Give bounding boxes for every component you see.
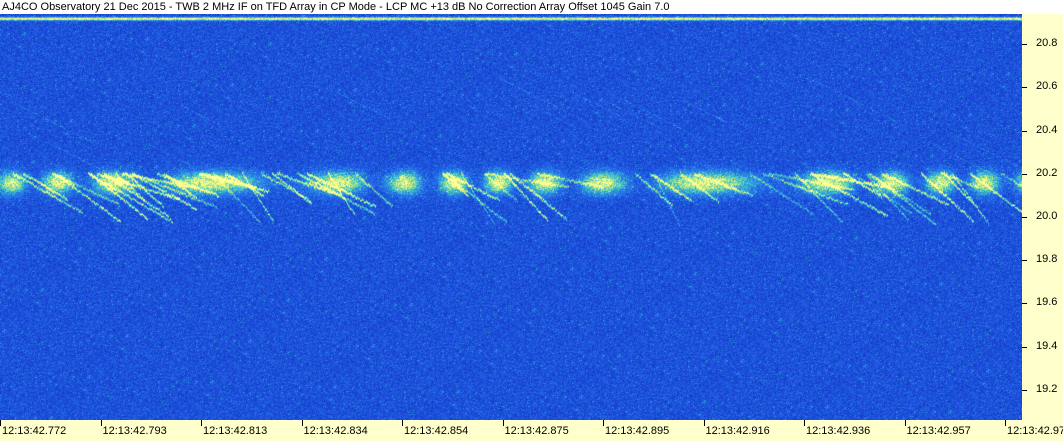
y-tick-mark <box>1022 260 1027 262</box>
y-tick-label: 19.6 <box>1036 296 1058 309</box>
x-tick-label: 12:13:42.895 <box>605 425 670 437</box>
x-tick-label: 12:13:42.793 <box>102 425 167 437</box>
x-tick-mark <box>1005 420 1006 426</box>
y-tick-mark <box>1022 173 1027 175</box>
y-tick-mark <box>1022 44 1027 46</box>
x-tick-label: 12:13:42.916 <box>705 425 770 437</box>
x-tick-label: 12:13:42.772 <box>2 425 67 437</box>
y-tick-label: 19.4 <box>1036 339 1058 352</box>
y-tick-label: 19.8 <box>1036 253 1058 266</box>
y-axis: 20.8 20.6 20.4 20.2 20.0 19.8 19.6 19.4 19.2 <box>1022 14 1063 420</box>
x-tick-mark <box>402 420 403 426</box>
x-axis: 12:13:42.772 12:13:42.793 12:13:42.813 12:1… <box>0 420 1063 441</box>
y-tick-label: 20.8 <box>1036 37 1058 50</box>
x-tick-mark <box>100 420 102 426</box>
x-tick-mark <box>502 420 504 426</box>
y-tick-mark <box>1022 87 1027 89</box>
y-tick-label: 20.6 <box>1036 80 1058 93</box>
x-tick-mark <box>0 420 1 426</box>
y-tick-mark <box>1022 303 1027 305</box>
y-tick-mark <box>1022 389 1027 391</box>
x-tick-mark <box>603 420 604 426</box>
x-tick-label: 12:13:42.875 <box>504 425 569 437</box>
chart-title: AJ4CO Observatory 21 Dec 2015 - TWB 2 MH… <box>0 0 1063 14</box>
x-tick-mark <box>201 420 202 426</box>
x-tick-mark <box>804 420 805 426</box>
x-tick-mark <box>703 420 705 426</box>
y-tick-label: 19.2 <box>1036 382 1058 395</box>
x-tick-mark <box>301 420 303 426</box>
x-tick-label: 12:13:42.936 <box>806 425 871 437</box>
x-tick-label: 12:13:42.957 <box>906 425 971 437</box>
spectrogram-plot <box>0 14 1022 420</box>
y-tick-label: 20.0 <box>1036 210 1058 222</box>
x-tick-label: 12:13:42.813 <box>203 425 268 437</box>
y-tick-label: 20.2 <box>1036 166 1058 179</box>
x-tick-label: 12:13:42.854 <box>404 425 469 437</box>
x-tick-label: 12:13:42.834 <box>303 425 368 437</box>
spectrogram-image <box>0 14 1022 420</box>
y-tick-mark <box>1022 217 1027 218</box>
y-tick-label: 20.4 <box>1036 123 1058 136</box>
y-tick-mark <box>1022 346 1027 348</box>
x-tick-label: 12:13:42.977 <box>1007 425 1063 437</box>
y-tick-mark <box>1022 130 1027 132</box>
x-tick-mark <box>904 420 906 426</box>
